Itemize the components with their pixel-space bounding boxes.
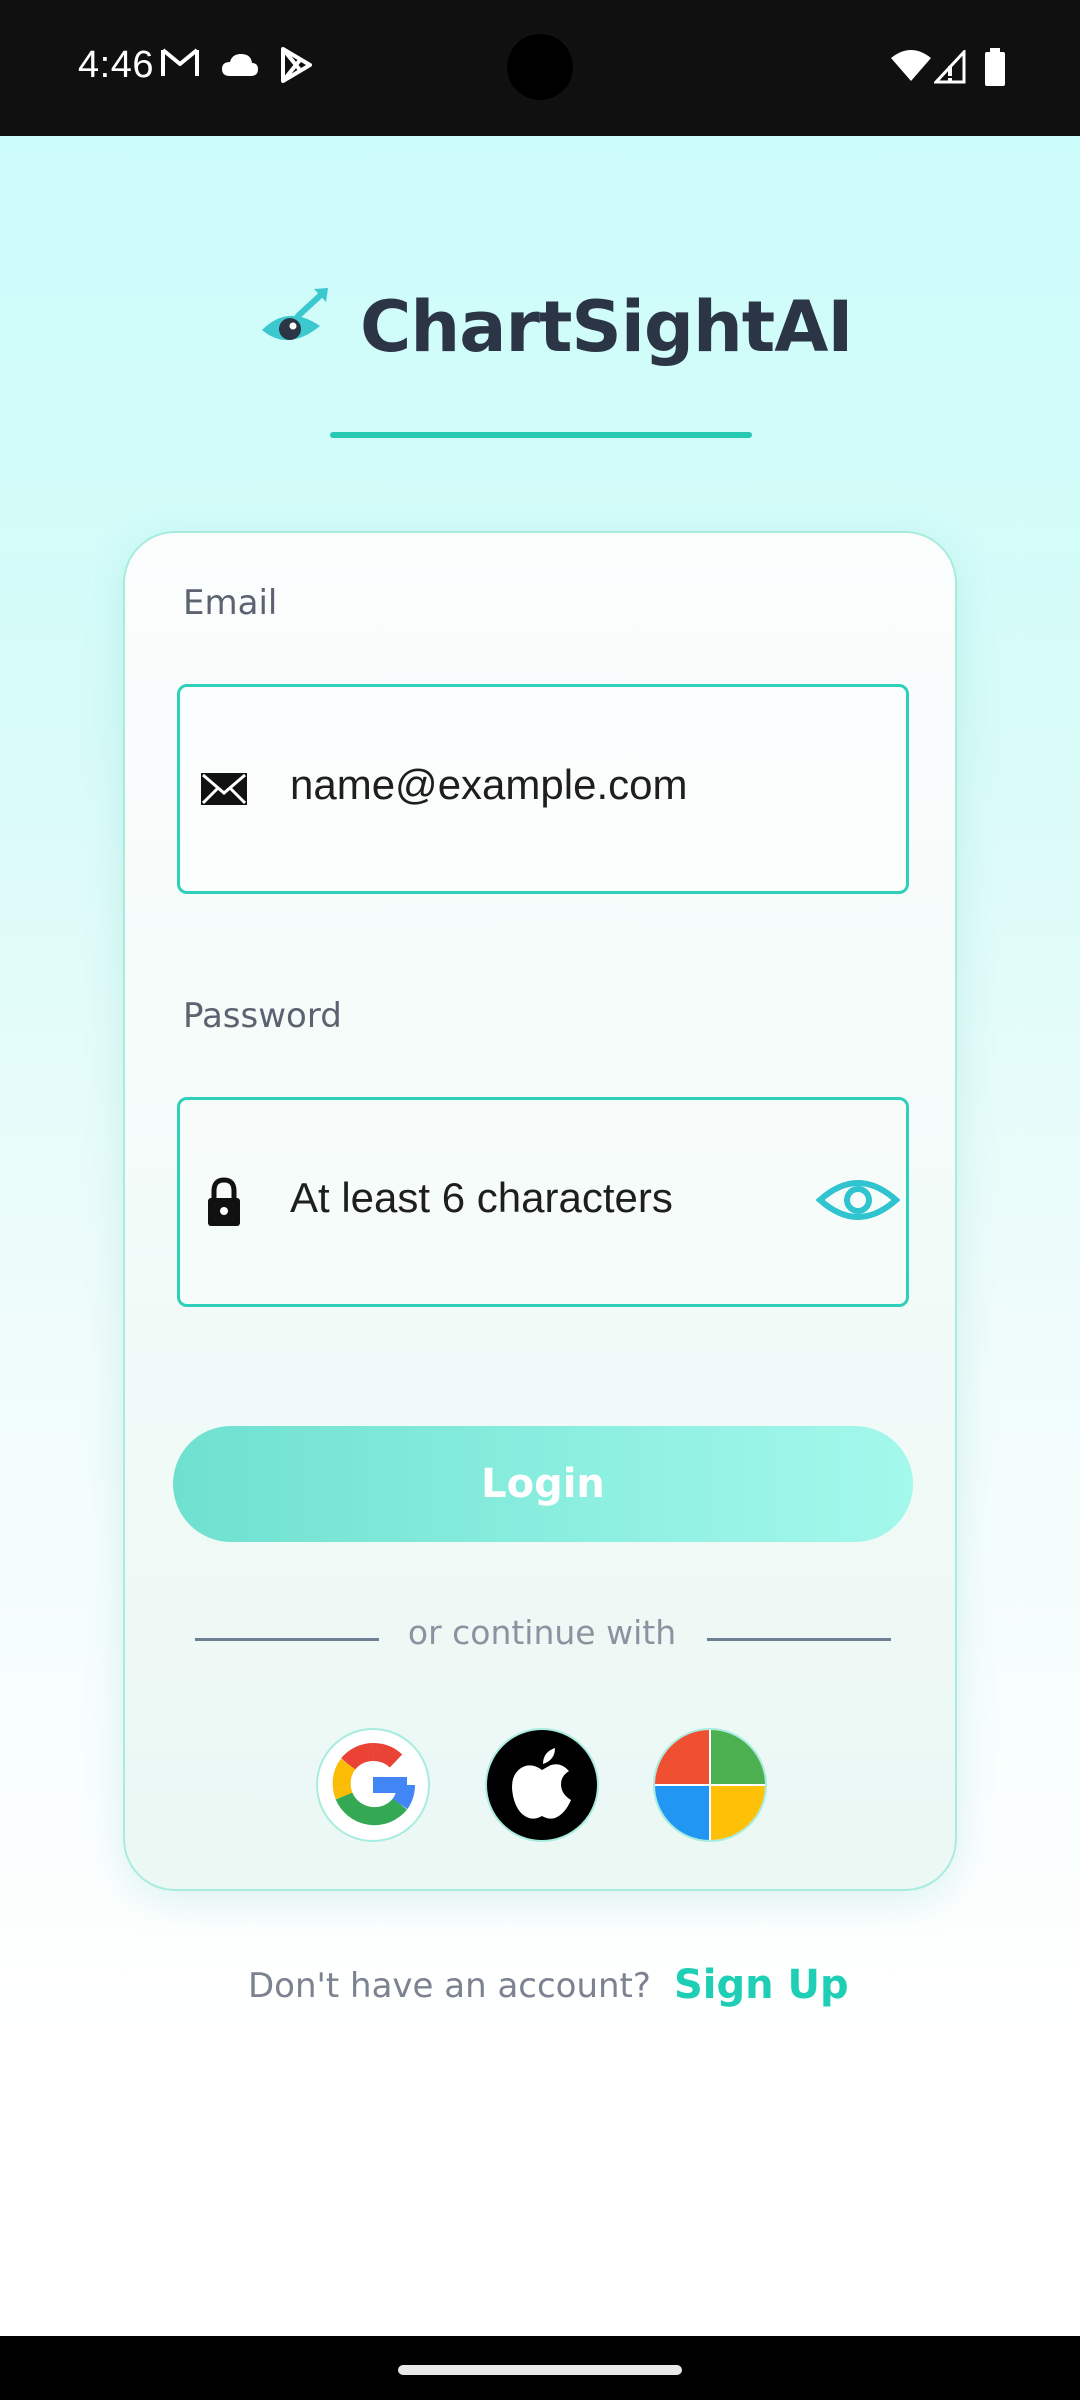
signup-row: Don't have an account? Sign Up (0, 1962, 1080, 2022)
status-time: 4:46 (78, 44, 154, 86)
signup-link[interactable]: Sign Up (674, 1962, 849, 2008)
eye-icon[interactable] (816, 1172, 900, 1228)
navigation-bar (0, 2336, 1080, 2400)
divider-text: or continue with (407, 1613, 677, 1652)
battery-icon (985, 48, 1005, 86)
play-store-icon (281, 47, 312, 83)
wifi-icon (891, 50, 931, 81)
google-login-button[interactable] (316, 1728, 430, 1842)
email-field[interactable]: name@example.com (177, 684, 909, 894)
app-title: ChartSightAI (360, 286, 853, 368)
eye-arrow-logo-icon (262, 288, 328, 341)
title-underline (330, 432, 752, 438)
apple-icon (512, 1748, 571, 1819)
login-button[interactable]: Login (173, 1426, 913, 1542)
app-logo: ChartSightAI (0, 268, 1080, 388)
signal-icon (934, 50, 966, 84)
gmail-icon (161, 48, 199, 76)
envelope-icon (201, 773, 247, 805)
camera-cutout (507, 34, 573, 100)
microsoft-icon (655, 1730, 765, 1840)
password-label: Password (183, 996, 342, 1036)
email-label: Email (183, 583, 278, 623)
google-icon (332, 1743, 416, 1826)
apple-login-button[interactable] (485, 1728, 599, 1842)
status-bar: 4:46 (0, 0, 1080, 136)
email-placeholder: name@example.com (290, 761, 688, 808)
password-field[interactable]: At least 6 characters (177, 1097, 909, 1307)
login-card: Email name@example.com Password At least… (123, 531, 957, 1891)
password-placeholder: At least 6 characters (290, 1174, 673, 1221)
home-gesture-handle[interactable] (398, 2365, 682, 2375)
divider-line-right (707, 1638, 891, 1641)
lock-icon (208, 1177, 240, 1226)
signup-prompt: Don't have an account? (248, 1966, 651, 2006)
cloud-icon (222, 54, 258, 76)
microsoft-login-button[interactable] (653, 1728, 767, 1842)
